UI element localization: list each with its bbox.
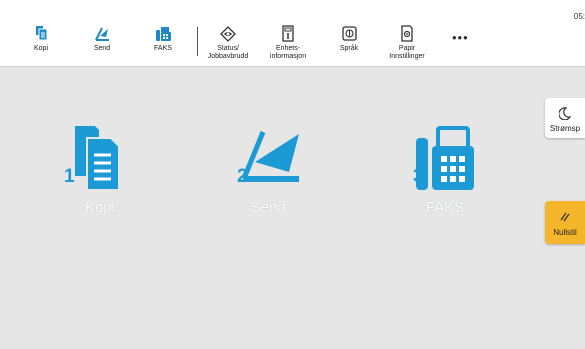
- power-save-label: Strømsp: [549, 124, 581, 133]
- copy-icon: [9, 24, 73, 42]
- toolbar-device-info-label: Enhets- informasjon: [269, 45, 307, 60]
- power-save-button[interactable]: Strømsp: [545, 98, 585, 138]
- toolbar-device-info-button[interactable]: Enhets- informasjon: [256, 24, 320, 61]
- toolbar-language-button[interactable]: Språk: [317, 24, 381, 53]
- app-copy-label: Kopi: [84, 199, 116, 216]
- fax-icon: [131, 24, 195, 42]
- more-button[interactable]: •••: [452, 30, 469, 45]
- toolbar-send-button[interactable]: Send: [70, 24, 134, 53]
- clock: 05:: [573, 12, 585, 21]
- toolbar-send-label: Send: [93, 45, 111, 52]
- toolbar-copy-button[interactable]: Kopi: [9, 24, 73, 53]
- toolbar-fax-button[interactable]: FAKS: [131, 24, 195, 53]
- send-icon: [70, 24, 134, 42]
- app-send-label: Send: [250, 199, 286, 216]
- reset-button[interactable]: Nullstil: [545, 201, 585, 244]
- reset-label: Nullstil: [553, 228, 577, 237]
- reset-icon: [545, 201, 585, 223]
- app-fax[interactable]: 3 FAKS: [405, 122, 485, 216]
- toolbar-paper-settings-button[interactable]: Papir Innstillinger: [375, 24, 439, 61]
- toolbar-language-label: Språk: [339, 45, 359, 52]
- app-fax-label: FAKS: [425, 199, 465, 216]
- language-icon: [317, 24, 381, 42]
- app-copy-number: 1: [64, 166, 75, 187]
- paper-settings-icon: [375, 24, 439, 42]
- app-fax-number: 3: [413, 166, 424, 187]
- app-send[interactable]: 2 Send: [228, 122, 308, 216]
- app-copy[interactable]: 1 Kopi: [60, 122, 140, 216]
- toolbar-fax-label: FAKS: [154, 45, 172, 52]
- toolbar-status-label: Status/ Jobbavbrudd: [207, 45, 249, 60]
- toolbar-paper-settings-label: Papir Innstillinger: [389, 45, 425, 60]
- toolbar-copy-label: Kopi: [33, 45, 48, 52]
- toolbar-status-button[interactable]: Status/ Jobbavbrudd: [196, 24, 260, 61]
- moon-icon: [545, 98, 585, 120]
- home-screen: 1 Kopi 2 Send 3 FAKS Strømsp Nullstil: [0, 67, 585, 349]
- device-info-icon: [256, 24, 320, 42]
- app-send-number: 2: [237, 166, 248, 187]
- status-icon: [196, 24, 260, 42]
- top-toolbar: 05: Kopi Send FAKS Status/ Jobbavbrudd E…: [0, 0, 585, 67]
